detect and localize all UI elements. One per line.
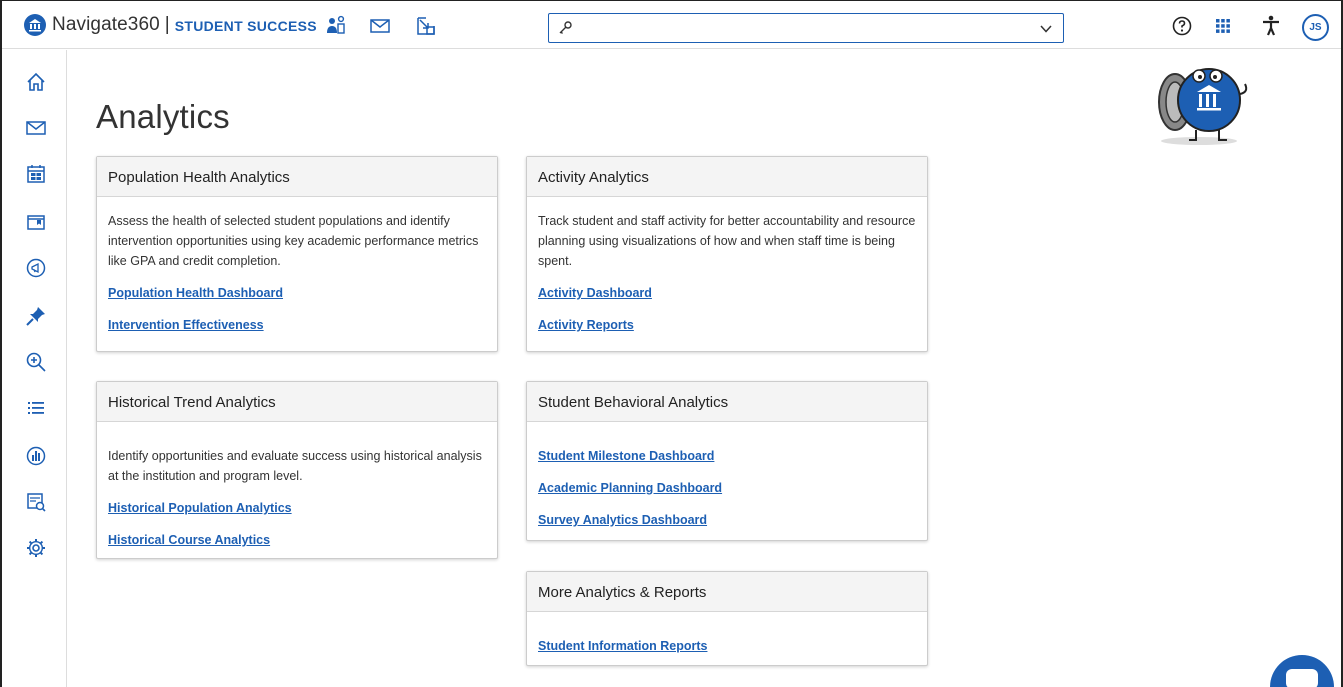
card-population-health: Population Health Analytics Assess the h… — [96, 156, 498, 352]
help-icon[interactable] — [1170, 14, 1194, 38]
link-intervention-effectiveness[interactable]: Intervention Effectiveness — [108, 315, 486, 335]
card-description: Track student and staff activity for bet… — [538, 214, 916, 268]
link-historical-population-analytics[interactable]: Historical Population Analytics — [108, 498, 486, 518]
link-historical-course-analytics[interactable]: Historical Course Analytics — [108, 530, 486, 550]
mail-icon[interactable] — [24, 116, 48, 140]
apps-grid-icon[interactable] — [1211, 14, 1235, 38]
mail-icon[interactable] — [368, 14, 392, 38]
report-search-icon[interactable] — [24, 490, 48, 514]
card-title: More Analytics & Reports — [527, 572, 927, 612]
card-description: Assess the health of selected student po… — [108, 214, 479, 268]
brand-product: STUDENT SUCCESS — [174, 18, 317, 34]
card-title: Student Behavioral Analytics — [527, 382, 927, 422]
sidebar-nav — [2, 50, 67, 687]
link-academic-planning-dashboard[interactable]: Academic Planning Dashboard — [538, 478, 916, 498]
card-historical-trend: Historical Trend Analytics Identify oppo… — [96, 381, 498, 559]
analytics-icon[interactable] — [24, 444, 48, 468]
card-title: Activity Analytics — [527, 157, 927, 197]
search-input[interactable] — [579, 17, 1019, 39]
card-title: Population Health Analytics — [97, 157, 497, 197]
link-population-health-dashboard[interactable]: Population Health Dashboard — [108, 283, 486, 303]
list-icon[interactable] — [24, 396, 48, 420]
campaign-icon[interactable] — [24, 256, 48, 280]
zoom-search-icon[interactable] — [24, 350, 48, 374]
card-description: Identify opportunities and evaluate succ… — [108, 449, 482, 483]
card-student-behavioral: Student Behavioral Analytics Student Mil… — [526, 381, 928, 541]
brand[interactable]: Navigate360 | STUDENT SUCCESS — [24, 12, 317, 38]
card-title: Historical Trend Analytics — [97, 382, 497, 422]
launch-icon[interactable] — [414, 14, 438, 38]
search-box[interactable] — [548, 13, 1064, 43]
link-activity-reports[interactable]: Activity Reports — [538, 315, 916, 335]
pin-icon[interactable] — [24, 304, 48, 328]
link-activity-dashboard[interactable]: Activity Dashboard — [538, 283, 916, 303]
link-survey-analytics-dashboard[interactable]: Survey Analytics Dashboard — [538, 510, 916, 530]
home-icon[interactable] — [24, 70, 48, 94]
top-bar: Navigate360 | STUDENT SUCCESS JS — [2, 1, 1341, 49]
chat-icon — [1286, 669, 1318, 687]
accessibility-icon[interactable] — [1259, 14, 1283, 38]
link-student-information-reports[interactable]: Student Information Reports — [538, 636, 916, 656]
key-icon — [557, 20, 573, 41]
brand-separator: | — [164, 14, 170, 35]
card-more-analytics: More Analytics & Reports Student Informa… — [526, 571, 928, 666]
settings-icon[interactable] — [24, 536, 48, 560]
students-icon[interactable] — [324, 14, 348, 38]
card-activity-analytics: Activity Analytics Track student and sta… — [526, 156, 928, 352]
link-student-milestone-dashboard[interactable]: Student Milestone Dashboard — [538, 446, 916, 466]
brand-name: Navigate360 — [52, 14, 160, 35]
chevron-down-icon[interactable] — [1039, 22, 1053, 41]
page-title: Analytics — [96, 98, 230, 135]
calendar-icon[interactable] — [24, 162, 48, 186]
folder-icon[interactable] — [24, 210, 48, 234]
mascot-illustration — [1158, 68, 1248, 145]
institution-logo-icon — [24, 14, 46, 36]
avatar[interactable]: JS — [1302, 14, 1329, 41]
